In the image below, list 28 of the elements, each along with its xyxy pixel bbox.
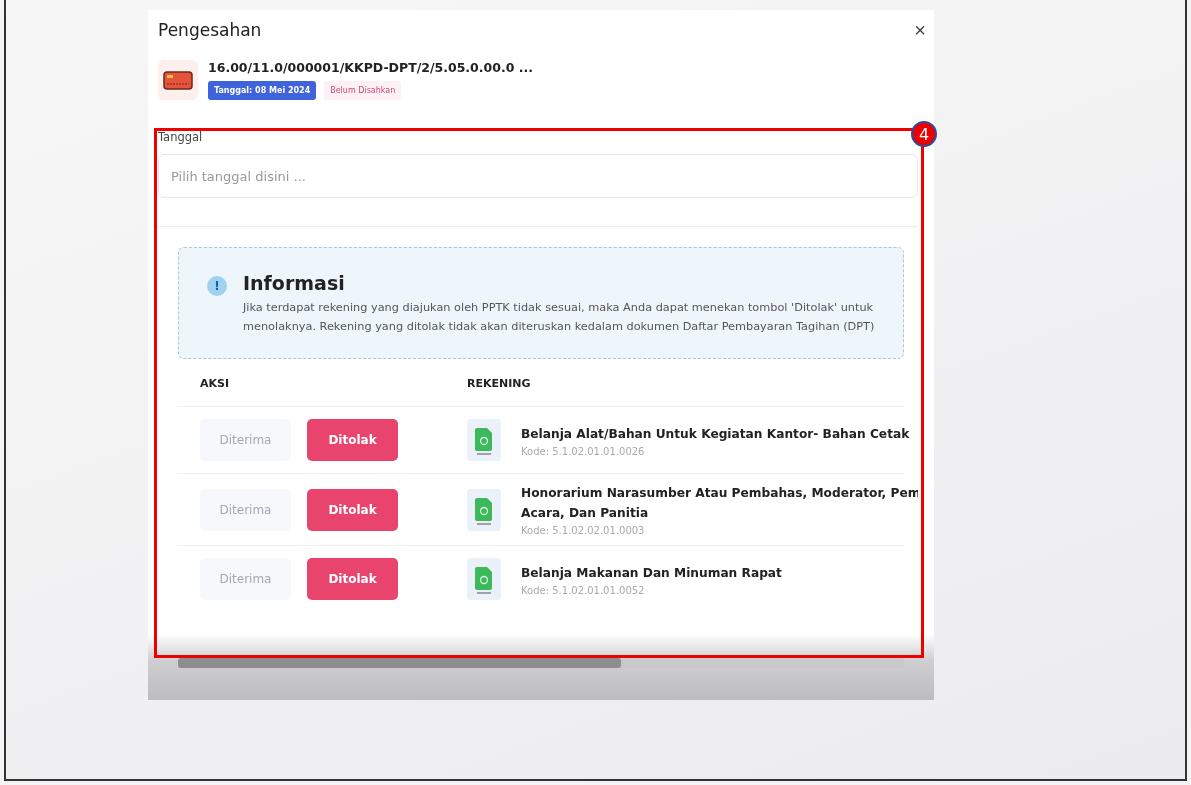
reject-button[interactable]: Ditolak: [307, 558, 398, 600]
info-text: Jika terdapat rekening yang diajukan oleh PPTK tidak sesuai, maka Anda dapat menekan tombol 'Ditolak' untuk menolaknya. Rekening yang ditolak tidak akan diteruskan kedalam dokumen Daftar Pembayaran Tagihan (DPT): [243, 300, 876, 335]
horizontal-scrollbar[interactable]: [178, 658, 904, 668]
reject-button[interactable]: Ditolak: [307, 419, 398, 461]
dialog-title: Pengesahan: [158, 20, 262, 40]
account-name: Belanja Makanan Dan Minuman Rapat: [521, 564, 782, 582]
file-icon: [467, 488, 501, 531]
reject-button[interactable]: Ditolak: [307, 488, 398, 531]
file-icon: [467, 558, 501, 600]
account-name: Belanja Alat/Bahan Untuk Kegiatan Kantor- Bahan Cetak: [521, 425, 910, 443]
field-label: Tanggal: [158, 130, 204, 144]
accept-button[interactable]: Diterima: [200, 419, 291, 461]
info-title: Informasi: [243, 272, 346, 294]
file-icon: [467, 419, 501, 461]
date-badge: Tanggal: 08 Mei 2024: [208, 81, 317, 100]
info-icon: !: [207, 276, 227, 296]
status-badge: Belum Disahkan: [324, 81, 402, 100]
accept-button[interactable]: Diterima: [200, 558, 291, 600]
document-code: 16.00/11.0/000001/KKPD-DPT/2/5.05.0.00.0 ...: [208, 60, 533, 75]
account-code: Kode: 5.1.02.02.01.0003: [521, 525, 646, 536]
column-header: AKSI: [200, 377, 230, 390]
close-button[interactable]: ×: [914, 20, 926, 40]
column-header: REKENING: [467, 377, 531, 390]
accept-button[interactable]: Diterima: [200, 488, 291, 531]
date-field[interactable]: Pilih tanggal disini ...: [158, 154, 918, 198]
account-code: Kode: 5.1.02.01.01.0026: [521, 445, 646, 457]
card-icon: [158, 60, 198, 100]
account-code: Kode: 5.1.02.01.01.0052: [521, 584, 646, 596]
